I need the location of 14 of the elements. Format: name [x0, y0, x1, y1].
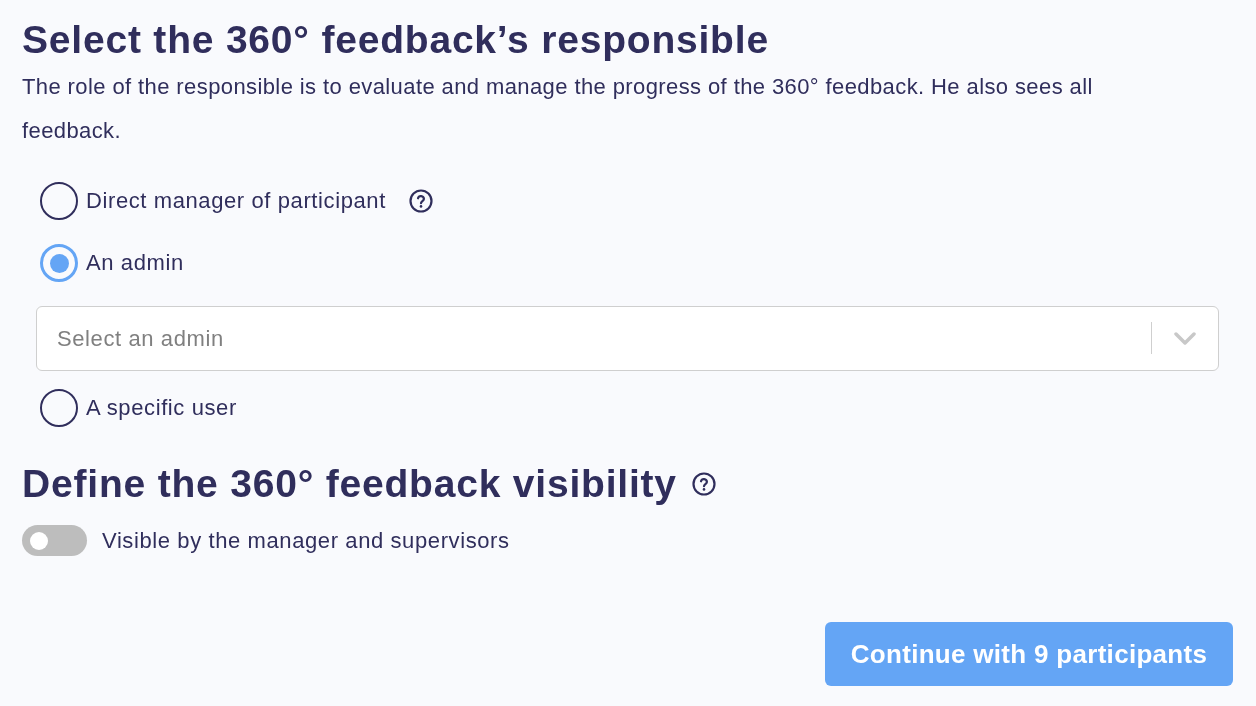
- admin-select[interactable]: Select an admin: [36, 306, 1219, 371]
- radio-label[interactable]: Direct manager of participant: [86, 188, 386, 214]
- radio-label[interactable]: A specific user: [86, 395, 237, 421]
- toggle-switch[interactable]: [22, 525, 87, 556]
- help-icon[interactable]: [408, 189, 433, 213]
- radio-button[interactable]: [40, 244, 78, 282]
- help-icon[interactable]: [691, 472, 716, 496]
- toggle-label: Visible by the manager and supervisors: [102, 527, 510, 554]
- section-heading: Select the 360° feedback’s responsible: [22, 17, 770, 63]
- description-text: The role of the responsible is to evaluate and manage the progress of the 360° feedback. He also sees all feedback.: [22, 73, 1094, 145]
- radio-label[interactable]: An admin: [86, 250, 184, 276]
- radio-button[interactable]: [40, 182, 78, 220]
- radio-button[interactable]: [40, 389, 78, 427]
- section-heading: Define the 360° feedback visibility: [22, 461, 677, 507]
